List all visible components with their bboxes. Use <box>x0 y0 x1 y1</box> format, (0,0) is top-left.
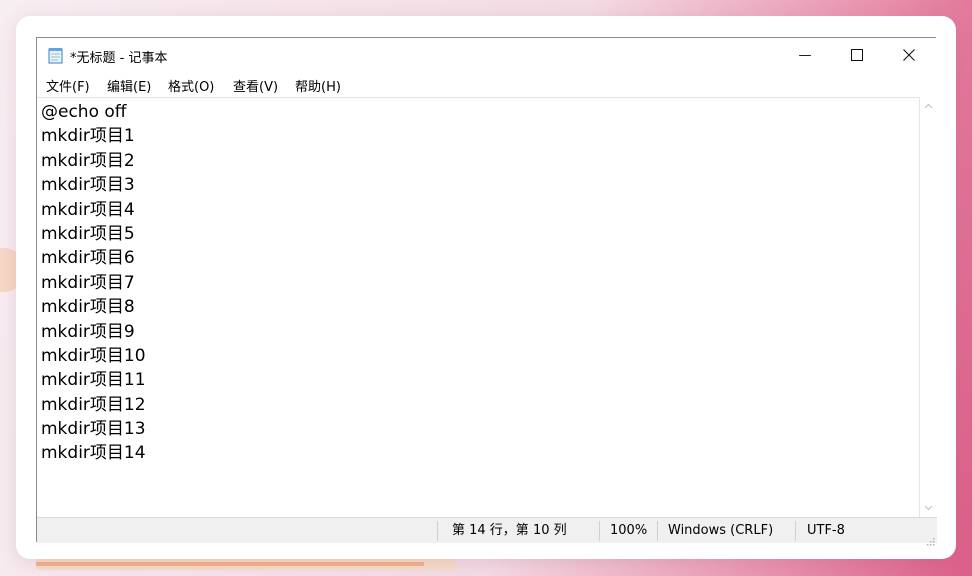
maximize-icon <box>851 46 863 65</box>
status-divider <box>657 521 658 541</box>
vertical-scrollbar[interactable] <box>920 97 937 517</box>
chevron-up-icon[interactable] <box>923 101 934 112</box>
editor-line: mkdir项目1 <box>41 126 135 147</box>
editor-line: mkdir项目7 <box>41 272 135 293</box>
editor-line: mkdir项目5 <box>41 223 135 244</box>
status-cursor-position: 第 14 行，第 10 列 <box>452 523 567 538</box>
editor-line: mkdir项目11 <box>41 370 146 391</box>
menu-file[interactable]: 文件(F) <box>46 76 90 95</box>
chevron-down-icon[interactable] <box>923 502 934 513</box>
menu-view[interactable]: 查看(V) <box>233 76 278 95</box>
editor-line: mkdir项目14 <box>41 443 146 464</box>
editor-line: mkdir项目9 <box>41 321 135 342</box>
menu-format[interactable]: 格式(O) <box>168 76 214 95</box>
maximize-button[interactable] <box>831 38 883 73</box>
resize-grip-icon[interactable] <box>925 531 935 546</box>
text-editor[interactable]: @echo off mkdir项目1 mkdir项目2 mkdir项目3 mkd… <box>37 97 920 517</box>
editor-line: mkdir项目6 <box>41 248 135 269</box>
status-zoom: 100% <box>610 523 648 538</box>
close-icon <box>903 46 915 65</box>
window-title: *无标题 - 记事本 <box>70 51 168 66</box>
notepad-window: *无标题 - 记事本 — 文件(F) 编辑(E) 格式(O) 查看(V) 帮助(… <box>36 37 937 546</box>
menu-bar: 文件(F) 编辑(E) 格式(O) 查看(V) 帮助(H) <box>37 73 937 97</box>
editor-line: mkdir项目13 <box>41 419 146 440</box>
status-line-ending: Windows (CRLF) <box>668 523 774 538</box>
minimize-button[interactable]: — <box>779 38 831 73</box>
editor-line: mkdir项目8 <box>41 297 135 318</box>
menu-help[interactable]: 帮助(H) <box>295 76 341 95</box>
editor-line: mkdir项目2 <box>41 150 135 171</box>
background-bar-accent <box>36 562 424 566</box>
close-button[interactable] <box>883 38 935 73</box>
minimize-icon: — <box>798 48 812 63</box>
editor-line: mkdir项目3 <box>41 175 135 196</box>
status-encoding: UTF-8 <box>807 523 845 538</box>
status-divider <box>795 521 796 541</box>
menu-edit[interactable]: 编辑(E) <box>107 76 151 95</box>
status-bar: 第 14 行，第 10 列 100% Windows (CRLF) UTF-8 <box>37 517 937 546</box>
editor-content: @echo off mkdir项目1 mkdir项目2 mkdir项目3 mkd… <box>41 100 146 466</box>
status-divider <box>599 521 600 541</box>
title-bar[interactable]: *无标题 - 记事本 — <box>37 38 937 73</box>
notepad-icon <box>48 47 63 64</box>
editor-line: mkdir项目4 <box>41 199 135 220</box>
editor-line: mkdir项目12 <box>41 394 146 415</box>
status-divider <box>437 521 438 541</box>
editor-line: mkdir项目10 <box>41 345 146 366</box>
editor-line: @echo off <box>41 102 127 122</box>
